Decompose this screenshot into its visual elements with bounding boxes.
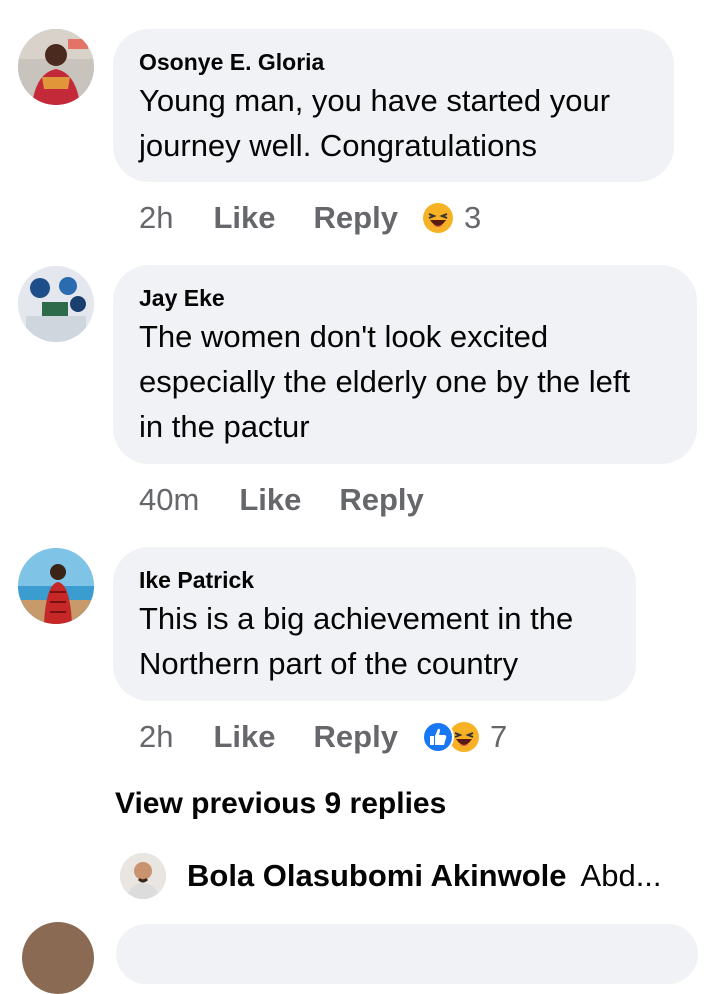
comment-text-line: Young man, you have started your <box>139 83 611 118</box>
avatar-photo-icon <box>120 853 166 899</box>
avatar-photo-icon <box>18 29 94 105</box>
reactions-summary[interactable]: 7 <box>421 719 508 755</box>
view-previous-replies-link[interactable]: View previous 9 replies <box>115 787 446 821</box>
like-button[interactable]: Like <box>213 200 275 236</box>
comment-text-line: Northern part of the country <box>139 646 519 681</box>
comment-actions: 2h Like Reply 3 <box>139 198 481 238</box>
comment-bubble <box>116 924 698 984</box>
reaction-count: 3 <box>463 200 482 235</box>
reply-button[interactable]: Reply <box>314 719 398 755</box>
comment-text-line: This is a big achievement in the <box>139 601 574 636</box>
comment-author[interactable]: Osonye E. Gloria <box>139 48 648 76</box>
comment-actions: 2h Like Reply 7 <box>139 717 507 757</box>
like-icon <box>421 721 454 753</box>
comment-author[interactable]: Jay Eke <box>139 284 671 312</box>
comment-author[interactable]: Ike Patrick <box>139 566 610 594</box>
comment-time[interactable]: 2h <box>139 719 173 755</box>
avatar[interactable] <box>22 922 94 994</box>
avatar-photo-icon <box>18 266 94 342</box>
comment-text-line: especially the elderly one by the left <box>139 364 631 399</box>
comment-text-line: journey well. Congratulations <box>139 128 538 163</box>
comment-time[interactable]: 2h <box>139 200 173 236</box>
reply-preview-text: Abd... <box>580 858 662 893</box>
reply-preview[interactable]: Bola Olasubomi Akinwole Abd... <box>120 852 662 900</box>
comment-actions: 40m Like Reply <box>139 480 462 520</box>
comment-text-line: The women don't look excited <box>139 319 549 354</box>
reply-preview-author: Bola Olasubomi Akinwole <box>187 858 567 893</box>
avatar <box>120 853 166 899</box>
reaction-count: 7 <box>489 719 508 754</box>
reply-button[interactable]: Reply <box>339 482 423 518</box>
avatar-photo-icon <box>18 548 94 624</box>
avatar[interactable] <box>18 548 94 624</box>
comment-bubble: Jay Eke The women don't look excited esp… <box>113 265 697 464</box>
comment-bubble: Ike Patrick This is a big achievement in… <box>113 547 636 701</box>
like-button[interactable]: Like <box>239 482 301 518</box>
haha-icon <box>422 202 454 234</box>
avatar[interactable] <box>18 266 94 342</box>
reactions-summary[interactable]: 3 <box>422 200 481 236</box>
comment-time[interactable]: 40m <box>139 482 199 518</box>
like-button[interactable]: Like <box>213 719 275 755</box>
avatar[interactable] <box>18 29 94 105</box>
comment-bubble: Osonye E. Gloria Young man, you have sta… <box>113 29 674 182</box>
comment-text-line: in the pactur <box>139 409 310 444</box>
reply-button[interactable]: Reply <box>314 200 398 236</box>
